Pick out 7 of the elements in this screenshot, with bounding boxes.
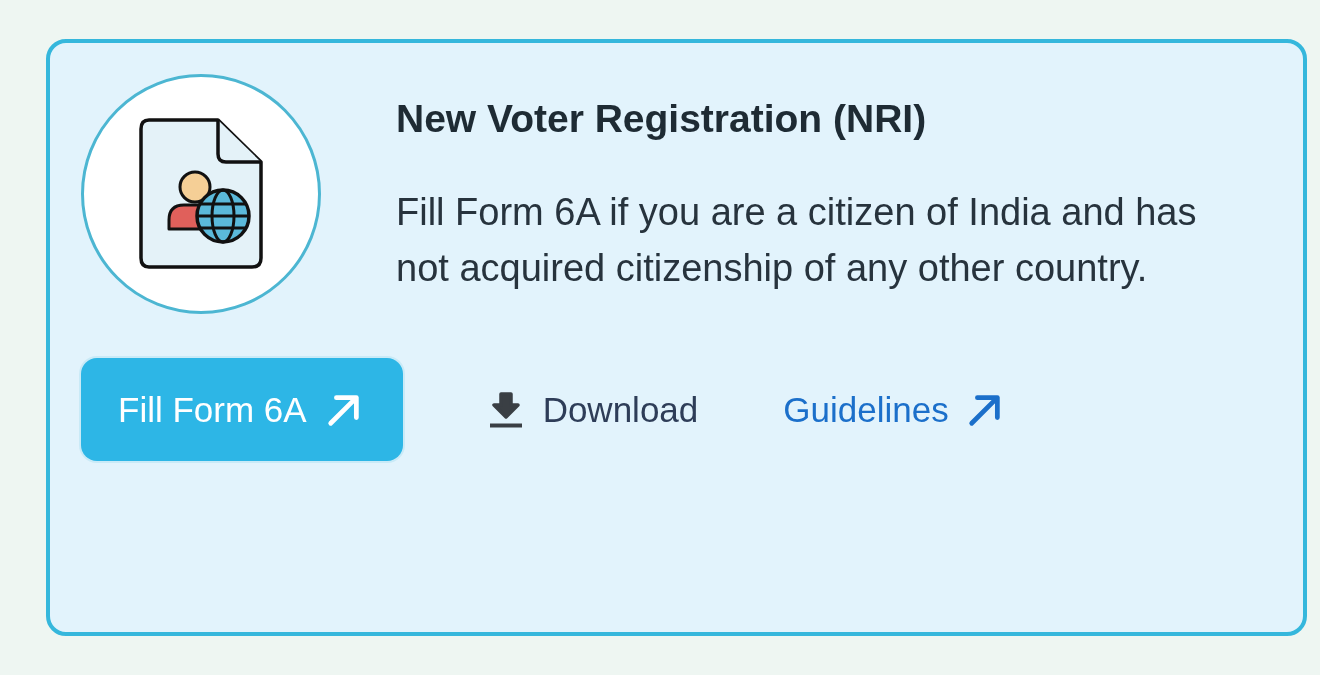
fill-form-button[interactable]: Fill Form 6A xyxy=(81,358,403,461)
guidelines-link[interactable]: Guidelines xyxy=(783,389,1004,430)
card-title: New Voter Registration (NRI) xyxy=(396,96,928,142)
download-icon xyxy=(487,391,524,428)
download-button[interactable]: Download xyxy=(487,389,699,430)
document-person-globe-icon xyxy=(81,74,321,314)
card-description: Fill Form 6A if you are a citizen of India and has not acquired citizenship of any other country. xyxy=(396,190,1198,291)
